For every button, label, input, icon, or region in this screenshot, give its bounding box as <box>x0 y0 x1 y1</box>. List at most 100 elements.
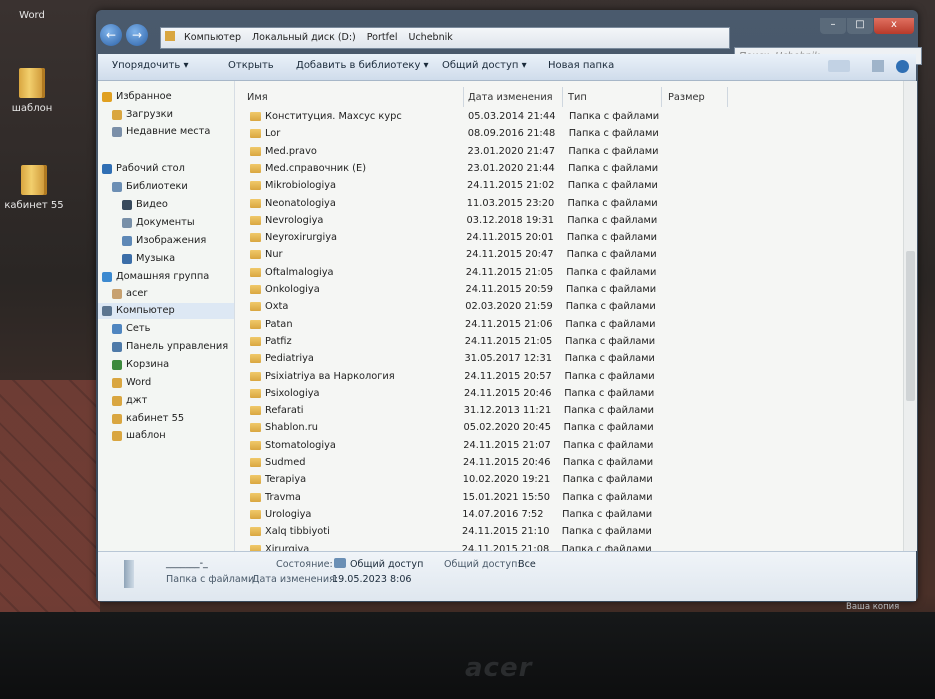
file-row[interactable]: Patfiz 24.11.2015 21:05 Папка с файлами <box>235 334 903 350</box>
details-state-value: Общий доступ <box>350 559 424 570</box>
file-row[interactable]: Psixologiya 24.11.2015 20:46 Папка с файла… <box>235 386 903 402</box>
file-row[interactable]: Urologiya 14.07.2016 7:52 Папка с файлами <box>235 507 903 523</box>
new-folder-button[interactable]: Новая папка <box>548 60 614 71</box>
back-button[interactable]: ← <box>100 24 122 46</box>
file-name: Xalq tibbiyoti <box>265 526 330 538</box>
file-row[interactable]: Neyroxirurgiya 24.11.2015 20:01 Папка с фа… <box>235 230 903 246</box>
file-name: Travma <box>265 491 301 503</box>
file-row[interactable]: Terapiya 10.02.2020 19:21 Папка с файлами <box>235 472 903 488</box>
file-row[interactable]: Lor 08.09.2016 21:48 Папка с файлами <box>235 126 903 142</box>
nav-item[interactable]: Word <box>98 375 234 391</box>
open-button[interactable]: Открыть <box>228 60 274 71</box>
column-header-date[interactable]: Дата изменения <box>468 89 553 107</box>
file-row[interactable]: Med.справочник (E) 23.01.2020 21:44 Папка … <box>235 161 903 177</box>
file-row[interactable]: Xirurgiya 24.11.2015 21:08 Папка с файлами <box>235 542 903 552</box>
file-row[interactable]: Mikrobiologiya 24.11.2015 21:02 Папка с фа… <box>235 178 903 194</box>
address-bar[interactable]: Компьютер Локальный диск (D:) Portfel Uc… <box>160 27 730 49</box>
close-button[interactable]: x <box>874 18 914 34</box>
preview-pane-icon[interactable] <box>872 60 884 72</box>
nav-item[interactable]: шаблон <box>98 428 234 444</box>
column-divider[interactable] <box>562 87 563 107</box>
forward-button[interactable]: → <box>126 24 148 46</box>
maximize-button[interactable]: □ <box>847 18 873 34</box>
breadcrumb-local-disk[interactable]: Локальный диск (D:) <box>252 32 356 43</box>
minimize-button[interactable]: – <box>820 18 846 34</box>
nav-item[interactable]: Библиотеки <box>98 179 234 195</box>
file-row[interactable]: Stomatologiya 24.11.2015 21:07 Папка с фай… <box>235 438 903 454</box>
breadcrumb-portfel[interactable]: Portfel <box>367 32 398 43</box>
nav-item-label: шаблон <box>126 430 166 441</box>
view-options-icon[interactable] <box>828 60 850 72</box>
details-state-label: Состояние: <box>276 559 333 570</box>
file-row[interactable]: Shablon.ru 05.02.2020 20:45 Папка с файлам… <box>235 420 903 436</box>
vertical-scrollbar[interactable] <box>903 81 917 551</box>
file-row[interactable]: Neonatologiya 11.03.2015 23:20 Папка с фай… <box>235 196 903 212</box>
help-icon[interactable] <box>896 60 909 73</box>
nav-item[interactable]: Компьютер <box>98 303 234 319</box>
navigation-pane: Избранное Загрузки Недавние места Рабочий с… <box>98 81 235 551</box>
file-list: Имя Дата изменения Тип Размер Конституци… <box>235 81 903 551</box>
maximize-icon: □ <box>855 19 865 30</box>
desktop-icon-word[interactable]: Word <box>0 8 72 21</box>
file-row[interactable]: Onkologiya 24.11.2015 20:59 Папка с файлам… <box>235 282 903 298</box>
nav-item[interactable]: Недавние места <box>98 124 234 140</box>
file-row[interactable]: Nevrologiya 03.12.2018 19:31 Папка с файла… <box>235 213 903 229</box>
folder-icon <box>250 319 261 329</box>
file-row[interactable]: Sudmed 24.11.2015 20:46 Папка с файлами <box>235 455 903 471</box>
folder-icon <box>165 31 175 41</box>
desktop-icon-label: шаблон <box>11 103 53 114</box>
column-header-type[interactable]: Тип <box>568 89 587 107</box>
nav-item[interactable]: джт <box>98 393 234 409</box>
nav-item[interactable]: Изображения <box>98 233 234 249</box>
column-divider[interactable] <box>661 87 662 107</box>
file-row[interactable]: Xalq tibbiyoti 24.11.2015 21:10 Папка с фа… <box>235 524 903 540</box>
nav-item[interactable]: кабинет 55 <box>98 411 234 427</box>
documents-icon <box>122 218 132 228</box>
downloads-icon <box>112 110 122 120</box>
nav-item-label: Панель управления <box>126 341 229 352</box>
nav-item[interactable]: Панель управления <box>98 339 234 355</box>
add-to-library-button[interactable]: Добавить в библиотеку ▾ <box>296 60 429 71</box>
folder-icon <box>112 378 122 388</box>
file-row[interactable]: Travma 15.01.2021 15:50 Папка с файлами <box>235 490 903 506</box>
column-divider[interactable] <box>727 87 728 107</box>
organize-button[interactable]: Упорядочить ▾ <box>112 60 188 71</box>
desktop-icon-shablon[interactable]: шаблон <box>0 68 72 114</box>
folder-icon <box>250 509 261 519</box>
scrollbar-thumb[interactable] <box>906 251 915 401</box>
file-date: 05.02.2020 20:45 <box>463 422 551 434</box>
column-header-size[interactable]: Размер <box>668 89 705 107</box>
file-date: 24.11.2015 20:47 <box>466 249 554 261</box>
nav-item[interactable]: Избранное <box>98 89 234 105</box>
network-icon <box>112 324 122 334</box>
breadcrumb-computer[interactable]: Компьютер <box>184 32 241 43</box>
nav-item[interactable]: Музыка <box>98 251 234 267</box>
file-row[interactable]: Psixiatriya ва Наркология 24.11.2015 20:5… <box>235 369 903 385</box>
file-name: Xirurgiya <box>265 543 310 552</box>
nav-item[interactable]: Сеть <box>98 321 234 337</box>
nav-item[interactable]: Домашняя группа <box>98 269 234 285</box>
file-row[interactable]: Patan 24.11.2015 21:06 Папка с файлами <box>235 317 903 333</box>
nav-item-label: Библиотеки <box>126 181 188 192</box>
breadcrumb-uchebnik[interactable]: Uchebnik <box>409 32 453 43</box>
nav-item[interactable]: Загрузки <box>98 107 234 123</box>
nav-item[interactable]: Корзина <box>98 357 234 373</box>
column-header-name[interactable]: Имя <box>247 89 268 107</box>
file-row[interactable]: Pediatriya 31.05.2017 12:31 Папка с файлам… <box>235 351 903 367</box>
file-row[interactable]: Oxta 02.03.2020 21:59 Папка с файлами <box>235 299 903 315</box>
folder-icon <box>250 458 261 467</box>
file-row[interactable]: Med.pravo 23.01.2020 21:47 Папка с файлами <box>235 144 903 160</box>
file-row[interactable]: Refarati 31.12.2013 11:21 Папка с файлами <box>235 403 903 419</box>
nav-item[interactable]: Видео <box>98 197 234 213</box>
file-row[interactable]: Конституция. Махсус курс 05.03.2014 21:44… <box>235 109 903 125</box>
shared-users-icon <box>334 558 346 568</box>
share-button[interactable]: Общий доступ ▾ <box>442 60 527 71</box>
nav-item[interactable]: Документы <box>98 215 234 231</box>
minimize-icon: – <box>830 19 836 30</box>
nav-item[interactable]: acer <box>98 286 234 302</box>
nav-item[interactable]: Рабочий стол <box>98 161 234 177</box>
file-row[interactable]: Nur 24.11.2015 20:47 Папка с файлами <box>235 247 903 263</box>
file-row[interactable]: Oftalmalogiya 24.11.2015 21:05 Папка с фай… <box>235 265 903 281</box>
column-divider[interactable] <box>463 87 464 107</box>
desktop-icon-kabinet[interactable]: кабинет 55 <box>0 165 74 211</box>
